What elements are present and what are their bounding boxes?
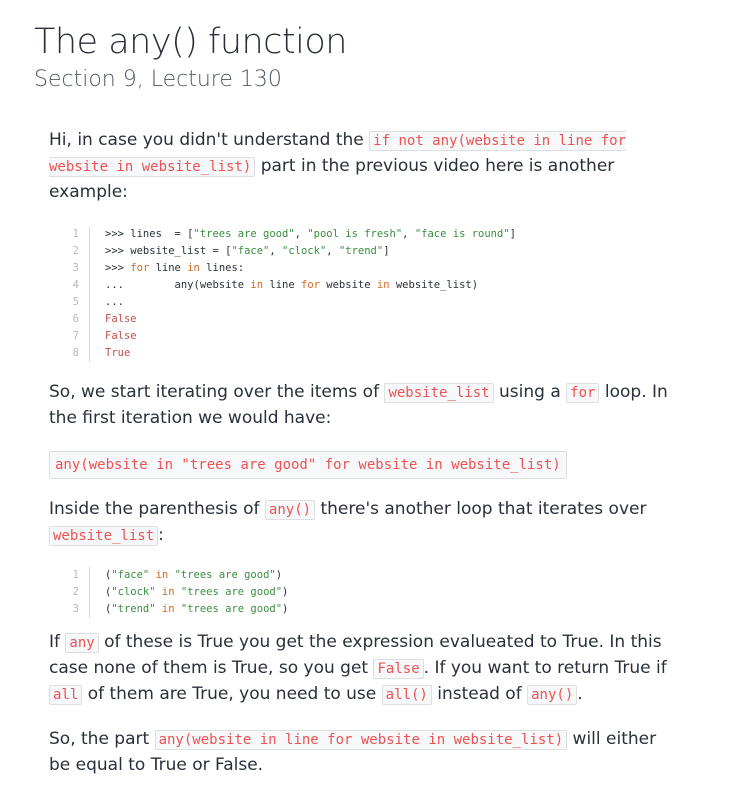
inline-code: all() — [381, 685, 432, 705]
code-line: 3 >>> for line in lines: — [49, 260, 679, 277]
code-line: 5 ... — [49, 294, 679, 311]
inline-code: website_list — [49, 526, 159, 546]
inline-code: any() — [527, 685, 578, 705]
code-block-example: 1 >>> lines = ["trees are good", "pool i… — [49, 226, 679, 362]
result-paragraph: If any of these is True you get the expr… — [49, 632, 667, 705]
line-number: 4 — [49, 277, 90, 294]
code-line: 2 ("clock" in "trees are good") — [49, 584, 679, 601]
line-number: 1 — [49, 226, 90, 243]
code-line: 8 True — [49, 345, 679, 362]
code-line: 2 >>> website_list = ["face", "clock", "… — [49, 243, 679, 260]
line-number: 1 — [49, 567, 90, 584]
article-body: Hi, in case you didn't understand the if… — [49, 126, 679, 778]
page-title: The any() function — [34, 22, 347, 62]
line-number: 2 — [49, 243, 90, 260]
code-line: 6 False — [49, 311, 679, 328]
code-line: 4 ... any(website in line for website in… — [49, 277, 679, 294]
inline-code: any — [65, 633, 99, 653]
code-line: 7 False — [49, 328, 679, 345]
inline-code: any(website in line for website in websi… — [154, 730, 568, 750]
lecture-header: The any() function Section 9, Lecture 13… — [34, 20, 347, 94]
code-snippet-first-iteration: any(website in "trees are good" for webs… — [49, 451, 567, 479]
intro-paragraph: Hi, in case you didn't understand the if… — [49, 130, 627, 202]
inline-code: False — [373, 659, 424, 679]
inner-loop-paragraph: Inside the parenthesis of any() there's … — [49, 499, 647, 546]
line-number: 2 — [49, 584, 90, 601]
iteration-paragraph: So, we start iterating over the items of… — [49, 382, 668, 428]
line-number: 3 — [49, 260, 90, 277]
code-block-inner-loop: 1 ("face" in "trees are good") 2 ("clock… — [49, 567, 679, 618]
line-number: 6 — [49, 311, 90, 328]
page-subtitle: Section 9, Lecture 130 — [34, 67, 282, 92]
conclusion-paragraph: So, the part any(website in line for web… — [49, 729, 657, 775]
inline-code: all — [49, 685, 83, 705]
line-number: 7 — [49, 328, 90, 345]
code-line: 3 ("trend" in "trees are good") — [49, 601, 679, 618]
inline-code: for — [566, 383, 600, 403]
code-line: 1 >>> lines = ["trees are good", "pool i… — [49, 226, 679, 243]
line-number: 8 — [49, 345, 90, 362]
code-line: 1 ("face" in "trees are good") — [49, 567, 679, 584]
line-number: 3 — [49, 601, 90, 618]
line-number: 5 — [49, 294, 90, 311]
inline-code: website_list — [384, 383, 494, 403]
inline-code: any() — [264, 500, 316, 520]
